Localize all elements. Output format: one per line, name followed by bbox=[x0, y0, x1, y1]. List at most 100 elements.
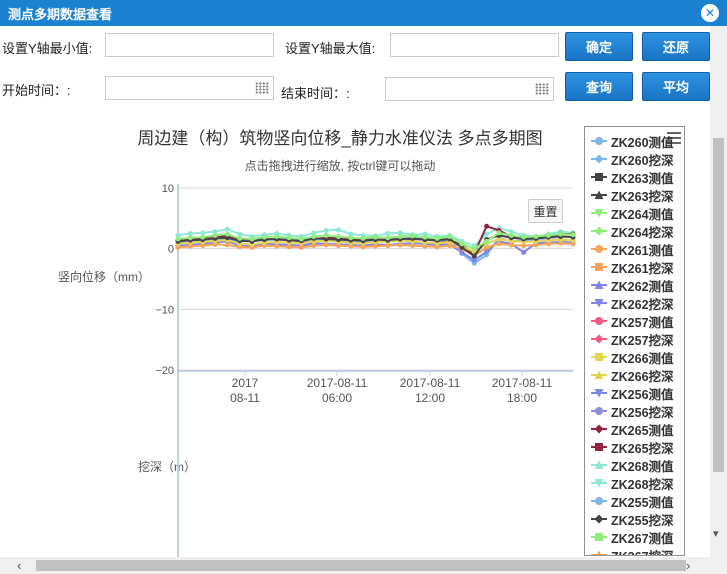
legend-item[interactable]: ZK265挖深 bbox=[585, 438, 684, 456]
data-point bbox=[237, 237, 243, 243]
legend-item[interactable]: ZK262挖深 bbox=[585, 294, 684, 312]
calendar-icon[interactable] bbox=[255, 82, 269, 94]
data-point bbox=[237, 235, 243, 241]
data-point bbox=[348, 243, 354, 249]
data-point bbox=[237, 241, 243, 247]
query-button[interactable]: 查询 bbox=[565, 72, 633, 101]
legend-item[interactable]: ZK261挖深 bbox=[585, 258, 684, 276]
data-point bbox=[224, 236, 230, 242]
data-point bbox=[508, 242, 514, 248]
legend-label: ZK260挖深 bbox=[611, 153, 674, 168]
average-button[interactable]: 平均 bbox=[642, 72, 710, 101]
data-point bbox=[533, 234, 539, 240]
ymin-input[interactable] bbox=[105, 33, 274, 57]
legend-label: ZK260测值 bbox=[611, 135, 674, 150]
end-time-field[interactable] bbox=[385, 77, 554, 101]
legend-item[interactable]: ZK256挖深 bbox=[585, 402, 684, 420]
legend-item[interactable]: ZK266挖深 bbox=[585, 366, 684, 384]
legend-item[interactable]: ZK263测值 bbox=[585, 168, 684, 186]
data-point bbox=[224, 242, 230, 248]
data-point bbox=[558, 231, 564, 237]
data-point bbox=[286, 237, 292, 243]
data-point bbox=[360, 244, 366, 250]
chart-reset-button[interactable]: 重置 bbox=[528, 199, 563, 223]
start-time-field[interactable] bbox=[105, 76, 274, 100]
x-tick-label: 2017-08-11 bbox=[400, 376, 461, 390]
data-point bbox=[335, 243, 341, 249]
data-point bbox=[508, 238, 514, 244]
data-point bbox=[212, 240, 218, 246]
legend-item[interactable]: ZK264挖深 bbox=[585, 222, 684, 240]
legend-item[interactable]: ZK265测值 bbox=[585, 420, 684, 438]
data-point bbox=[298, 234, 304, 240]
scroll-down-icon[interactable]: ▾ bbox=[713, 529, 719, 540]
start-time-input[interactable] bbox=[106, 77, 273, 99]
data-point bbox=[335, 234, 341, 240]
end-time-input[interactable] bbox=[386, 78, 553, 100]
legend-item[interactable]: ZK256测值 bbox=[585, 384, 684, 402]
data-point bbox=[558, 234, 564, 240]
data-point bbox=[508, 229, 514, 235]
series-line bbox=[177, 224, 573, 256]
legend-item[interactable]: ZK266测值 bbox=[585, 348, 684, 366]
data-point bbox=[348, 236, 354, 242]
legend-item[interactable]: ZK263挖深 bbox=[585, 186, 684, 204]
data-point bbox=[200, 230, 206, 236]
data-point bbox=[200, 237, 206, 243]
legend-label: ZK268挖深 bbox=[611, 477, 674, 492]
legend-marker-icon bbox=[591, 334, 607, 344]
data-point bbox=[261, 232, 267, 238]
data-point bbox=[508, 238, 514, 244]
ymax-input[interactable] bbox=[390, 33, 559, 57]
legend-item[interactable]: ZK262测值 bbox=[585, 276, 684, 294]
legend-item[interactable]: ZK260挖深 bbox=[585, 150, 684, 168]
scroll-left-icon[interactable]: ‹ bbox=[17, 559, 21, 572]
legend-item[interactable]: ZK268测值 bbox=[585, 456, 684, 474]
legend-item[interactable]: ZK264测值 bbox=[585, 204, 684, 222]
data-point bbox=[558, 239, 564, 245]
data-point bbox=[200, 238, 206, 244]
legend-item[interactable]: ZK255测值 bbox=[585, 492, 684, 510]
data-point bbox=[311, 240, 317, 246]
x-tick-label: 06:00 bbox=[322, 391, 352, 405]
legend-item[interactable]: ZK267测值 bbox=[585, 528, 684, 546]
data-point bbox=[397, 236, 403, 242]
data-point bbox=[261, 234, 267, 240]
data-point bbox=[187, 238, 193, 244]
data-point bbox=[397, 238, 403, 244]
scroll-right-icon[interactable]: › bbox=[686, 559, 690, 572]
data-point bbox=[187, 237, 193, 243]
data-point bbox=[434, 235, 440, 241]
data-point bbox=[385, 242, 391, 248]
legend-label: ZK255挖深 bbox=[611, 513, 674, 528]
data-point bbox=[348, 235, 354, 241]
legend-item[interactable]: ZK257挖深 bbox=[585, 330, 684, 348]
close-icon[interactable]: ✕ bbox=[701, 4, 719, 22]
restore-button[interactable]: 还原 bbox=[642, 32, 710, 61]
data-point bbox=[360, 240, 366, 246]
legend-item[interactable]: ZK267挖深 bbox=[585, 546, 684, 555]
confirm-button[interactable]: 确定 bbox=[565, 32, 633, 61]
data-point bbox=[311, 230, 317, 236]
data-point bbox=[286, 237, 292, 243]
vertical-scroll-thumb[interactable] bbox=[713, 138, 724, 472]
legend-item[interactable]: ZK261测值 bbox=[585, 240, 684, 258]
data-point bbox=[298, 244, 304, 250]
legend-item[interactable]: ZK257测值 bbox=[585, 312, 684, 330]
data-point bbox=[373, 239, 378, 245]
legend-label: ZK266挖深 bbox=[611, 369, 674, 384]
series-line bbox=[177, 234, 574, 258]
data-point bbox=[298, 238, 304, 244]
data-point bbox=[249, 244, 255, 250]
data-point bbox=[397, 241, 403, 247]
data-point bbox=[570, 240, 576, 246]
calendar-icon[interactable] bbox=[535, 83, 549, 95]
legend-item[interactable]: ZK268挖深 bbox=[585, 474, 684, 492]
data-point bbox=[348, 231, 354, 237]
data-point bbox=[373, 234, 378, 240]
data-point bbox=[224, 238, 230, 244]
legend-item[interactable]: ZK255挖深 bbox=[585, 510, 684, 528]
horizontal-scroll-thumb[interactable] bbox=[36, 560, 686, 571]
data-point bbox=[249, 238, 255, 244]
legend-item[interactable]: ZK260测值 bbox=[585, 132, 684, 150]
